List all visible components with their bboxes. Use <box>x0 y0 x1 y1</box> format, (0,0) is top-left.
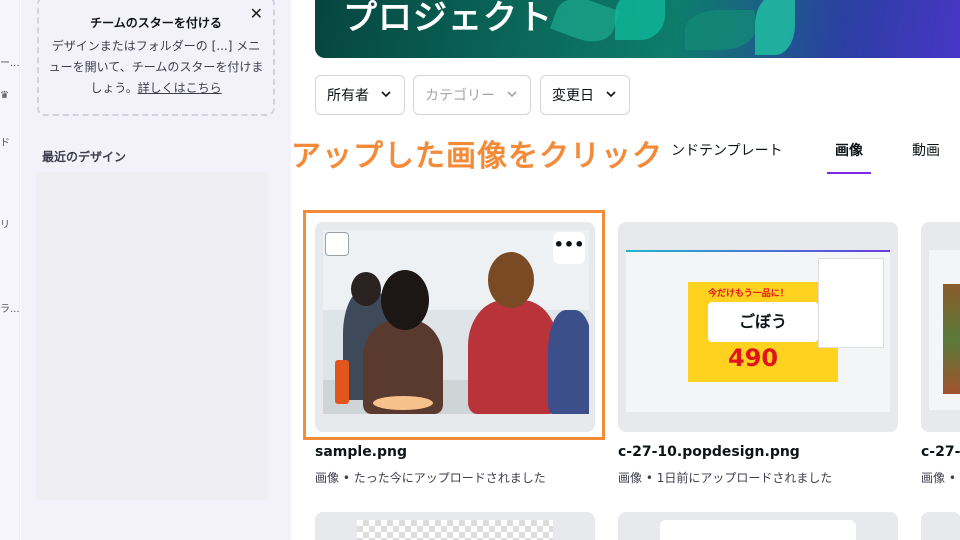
tab-images[interactable]: 画像 <box>835 140 863 160</box>
drink-bottle <box>335 360 349 404</box>
recent-designs-title: 最近のデザイン <box>42 150 127 164</box>
rail-item-3[interactable]: ド <box>0 134 20 149</box>
leaf-decoration <box>755 0 795 55</box>
person-head <box>488 252 534 308</box>
active-tab-indicator <box>827 172 871 174</box>
rail-item-5[interactable]: ラ... <box>0 300 20 315</box>
person-head <box>381 270 429 330</box>
image-thumbnail[interactable]: ••• <box>315 222 595 432</box>
card-meta: 画像 • 1日前にアップロードされました <box>618 471 833 485</box>
students-photo <box>323 230 589 414</box>
modified-filter-label: 変更日 <box>552 88 594 104</box>
image-card[interactable] <box>921 512 960 540</box>
card-meta: 画像 • 1 <box>921 471 960 485</box>
side-menu-panel <box>818 258 884 348</box>
tab-videos[interactable]: 動画 <box>912 140 940 160</box>
category-filter-label: カテゴリー <box>425 88 495 104</box>
owner-filter-label: 所有者 <box>327 88 369 104</box>
crown-icon[interactable]: ♛ <box>0 90 20 101</box>
projects-banner: プロジェクト <box>315 0 960 58</box>
image-thumbnail[interactable] <box>921 222 960 432</box>
poster-top-text: 今だけもう一品に！ <box>708 289 789 299</box>
card-title[interactable]: c-27-9 <box>921 444 960 460</box>
rail-item-1[interactable]: ー... <box>0 54 20 69</box>
image-card[interactable] <box>618 512 898 540</box>
modified-filter[interactable]: 変更日 <box>540 75 630 115</box>
chevron-down-icon <box>507 91 517 98</box>
main-content: プロジェクト 所有者 カテゴリー 変更日 アップした画像をクリック ンドテンプレ… <box>291 0 960 540</box>
poster: 今だけもう一品に！ ごぼう 490 <box>688 282 838 382</box>
poster-main-text: ごぼう <box>708 302 818 342</box>
owner-filter[interactable]: 所有者 <box>315 75 405 115</box>
tip-title: チームのスターを付ける <box>90 16 222 30</box>
instruction-annotation: アップした画像をクリック <box>291 139 663 174</box>
learn-more-link[interactable]: 詳しくはこちら <box>138 81 222 95</box>
leaf-decoration <box>549 0 621 50</box>
image-thumbnail[interactable]: 今だけもう一品に！ ごぼう 490 <box>618 222 898 432</box>
design-screenshot <box>929 250 960 410</box>
poster-price: 490 <box>728 344 779 372</box>
more-options-button[interactable]: ••• <box>553 232 585 264</box>
leaf-decoration <box>615 0 665 40</box>
close-icon[interactable]: ✕ <box>250 4 263 23</box>
banner-title: プロジェクト <box>343 0 553 38</box>
image-card[interactable] <box>315 512 595 540</box>
side-panel: チームのスターを付ける ✕ デザインまたはフォルダーの [...] メニューを開… <box>21 0 291 540</box>
chevron-down-icon <box>381 91 391 98</box>
person-head <box>351 272 381 306</box>
person-boy <box>468 300 558 414</box>
rail-item-4[interactable]: リ <box>0 216 20 231</box>
select-checkbox[interactable] <box>325 232 349 256</box>
design-screenshot: 今だけもう一品に！ ごぼう 490 <box>626 252 890 412</box>
card-meta: 画像 • たった今にアップロードされました <box>315 471 546 485</box>
image-card[interactable]: c-27-9 画像 • 1 <box>921 222 960 492</box>
chevron-down-icon <box>606 91 616 98</box>
tip-body: デザインまたはフォルダーの [...] メニューを開いて、チームのスターを付けま… <box>47 36 265 99</box>
image-card[interactable]: ••• sample.png 画像 • たった今にアップロードされました <box>315 222 595 492</box>
tab-brand-templates[interactable]: ンドテンプレート <box>671 140 783 160</box>
image-card[interactable]: 今だけもう一品に！ ごぼう 490 c-27-10.popdesign.png … <box>618 222 898 492</box>
person-right <box>548 310 589 414</box>
team-star-tip: チームのスターを付ける ✕ デザインまたはフォルダーの [...] メニューを開… <box>37 0 275 116</box>
leaf-decoration <box>685 10 755 50</box>
category-filter[interactable]: カテゴリー <box>413 75 531 115</box>
card-title[interactable]: sample.png <box>315 444 407 460</box>
card-title[interactable]: c-27-10.popdesign.png <box>618 444 800 460</box>
food-plate <box>373 396 433 410</box>
icon-rail: ー... ♛ ド リ ラ... <box>0 0 20 540</box>
recent-designs-placeholder <box>36 172 269 500</box>
